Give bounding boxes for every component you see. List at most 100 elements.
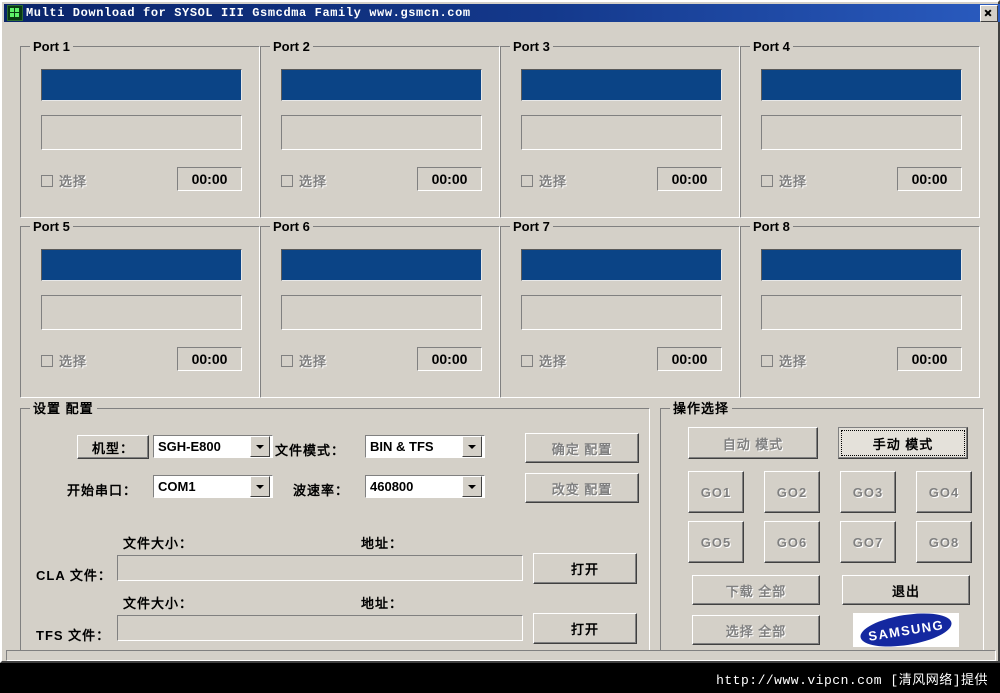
port-title: Port 4	[750, 39, 793, 54]
port-status-field	[521, 115, 722, 150]
tfs-open-button[interactable]: 打开	[533, 613, 637, 644]
port-status-field	[281, 295, 482, 330]
checkbox-box	[281, 354, 293, 367]
startport-combobox[interactable]: COM1	[153, 475, 273, 498]
exit-button[interactable]: 退出	[842, 575, 970, 605]
go-button-label: GO7	[852, 534, 884, 550]
settings-group: 设置 配置 机型： SGH-E800 文件模式： BIN & TFS 确定 配置…	[20, 401, 650, 658]
operations-group-title: 操作选择	[670, 401, 733, 416]
go-button-4[interactable]: GO4	[916, 471, 972, 513]
port-timer: 00:00	[897, 167, 962, 191]
change-config-button[interactable]: 改变 配置	[525, 473, 639, 503]
application-window: Multi Download for SYSOL III Gsmcdma Fam…	[0, 0, 1000, 693]
port-select-checkbox[interactable]: 选择	[521, 171, 567, 190]
select-all-label: 选择 全部	[725, 623, 787, 639]
go-button-label: GO1	[700, 484, 732, 500]
startport-label: 开始串口：	[67, 483, 138, 498]
go-button-2[interactable]: GO2	[764, 471, 820, 513]
baud-combobox[interactable]: 460800	[365, 475, 485, 498]
chevron-down-icon[interactable]	[462, 476, 482, 497]
port-timer: 00:00	[177, 347, 242, 371]
go-button-label: GO2	[776, 484, 808, 500]
go-button-label: GO3	[852, 484, 884, 500]
port-progress-bar	[521, 249, 722, 281]
port-panel-5: Port 5 选择 00:00	[20, 219, 260, 398]
port-progress-bar	[281, 249, 482, 281]
title-bar: Multi Download for SYSOL III Gsmcdma Fam…	[4, 4, 1000, 22]
checkbox-box	[41, 174, 53, 187]
go-button-6[interactable]: GO6	[764, 521, 820, 563]
checkbox-label: 选择	[299, 354, 328, 369]
model-button[interactable]: 机型：	[77, 435, 149, 459]
port-title: Port 8	[750, 219, 793, 234]
app-icon	[7, 5, 23, 21]
port-select-checkbox[interactable]: 选择	[41, 171, 87, 190]
port-status-field	[521, 295, 722, 330]
manual-mode-button[interactable]: 手动 模式	[838, 427, 968, 459]
select-all-button[interactable]: 选择 全部	[692, 615, 820, 645]
auto-mode-button[interactable]: 自动 模式	[688, 427, 818, 459]
port-title: Port 2	[270, 39, 313, 54]
port-panel-4: Port 4 选择 00:00	[740, 39, 980, 218]
model-button-label: 机型：	[91, 440, 134, 456]
go-button-label: GO5	[700, 534, 732, 550]
port-select-checkbox[interactable]: 选择	[281, 171, 327, 190]
download-all-button[interactable]: 下载 全部	[692, 575, 820, 605]
checkbox-label: 选择	[299, 174, 328, 189]
confirm-config-button[interactable]: 确定 配置	[525, 433, 639, 463]
go-button-8[interactable]: GO8	[916, 521, 972, 563]
close-icon[interactable]	[980, 4, 998, 22]
port-select-checkbox[interactable]: 选择	[41, 351, 87, 370]
model-combobox[interactable]: SGH-E800	[153, 435, 273, 458]
window-title: Multi Download for SYSOL III Gsmcdma Fam…	[26, 6, 471, 20]
chevron-down-icon[interactable]	[250, 476, 270, 497]
settings-group-title: 设置 配置	[30, 401, 97, 416]
watermark-text: http://www.vipcn.com [清风网络]提供	[716, 672, 988, 688]
startport-combobox-value: COM1	[158, 479, 196, 494]
tfs-path-input[interactable]	[117, 615, 523, 641]
port-progress-bar	[41, 69, 242, 101]
go-button-5[interactable]: GO5	[688, 521, 744, 563]
filemode-combobox[interactable]: BIN & TFS	[365, 435, 485, 458]
port-select-checkbox[interactable]: 选择	[761, 351, 807, 370]
port-title: Port 1	[30, 39, 73, 54]
port-panel-7: Port 7 选择 00:00	[500, 219, 740, 398]
go-button-7[interactable]: GO7	[840, 521, 896, 563]
checkbox-label: 选择	[539, 354, 568, 369]
cla-file-label: CLA 文件：	[36, 568, 112, 583]
model-combobox-value: SGH-E800	[158, 439, 221, 454]
cla-open-button[interactable]: 打开	[533, 553, 637, 584]
port-select-checkbox[interactable]: 选择	[281, 351, 327, 370]
port-title: Port 6	[270, 219, 313, 234]
port-status-field	[41, 115, 242, 150]
port-panel-3: Port 3 选择 00:00	[500, 39, 740, 218]
samsung-logo-ellipse: SAMSUNG	[858, 607, 954, 653]
port-panel-2: Port 2 选择 00:00	[260, 39, 500, 218]
change-config-label: 改变 配置	[551, 481, 613, 497]
tfs-open-label: 打开	[570, 622, 599, 637]
checkbox-label: 选择	[59, 354, 88, 369]
checkbox-box	[41, 354, 53, 367]
cla-path-input[interactable]	[117, 555, 523, 581]
port-status-field	[761, 295, 962, 330]
port-status-field	[761, 115, 962, 150]
cla-open-label: 打开	[570, 562, 599, 577]
baud-label: 波速率：	[293, 483, 350, 498]
port-panel-8: Port 8 选择 00:00	[740, 219, 980, 398]
samsung-logo-text: SAMSUNG	[867, 616, 945, 644]
checkbox-label: 选择	[539, 174, 568, 189]
checkbox-box	[281, 174, 293, 187]
operations-group: 操作选择 自动 模式 手动 模式 GO1 GO2 GO3 GO4 GO5 GO6…	[660, 401, 984, 658]
cla-filesize-label: 文件大小：	[123, 536, 194, 551]
chevron-down-icon[interactable]	[250, 436, 270, 457]
port-select-checkbox[interactable]: 选择	[521, 351, 567, 370]
port-timer: 00:00	[177, 167, 242, 191]
port-timer: 00:00	[417, 167, 482, 191]
port-panel-6: Port 6 选择 00:00	[260, 219, 500, 398]
port-panel-1: Port 1 选择 00:00	[20, 39, 260, 218]
go-button-1[interactable]: GO1	[688, 471, 744, 513]
go-button-3[interactable]: GO3	[840, 471, 896, 513]
chevron-down-icon[interactable]	[462, 436, 482, 457]
download-all-label: 下载 全部	[725, 583, 787, 599]
port-select-checkbox[interactable]: 选择	[761, 171, 807, 190]
